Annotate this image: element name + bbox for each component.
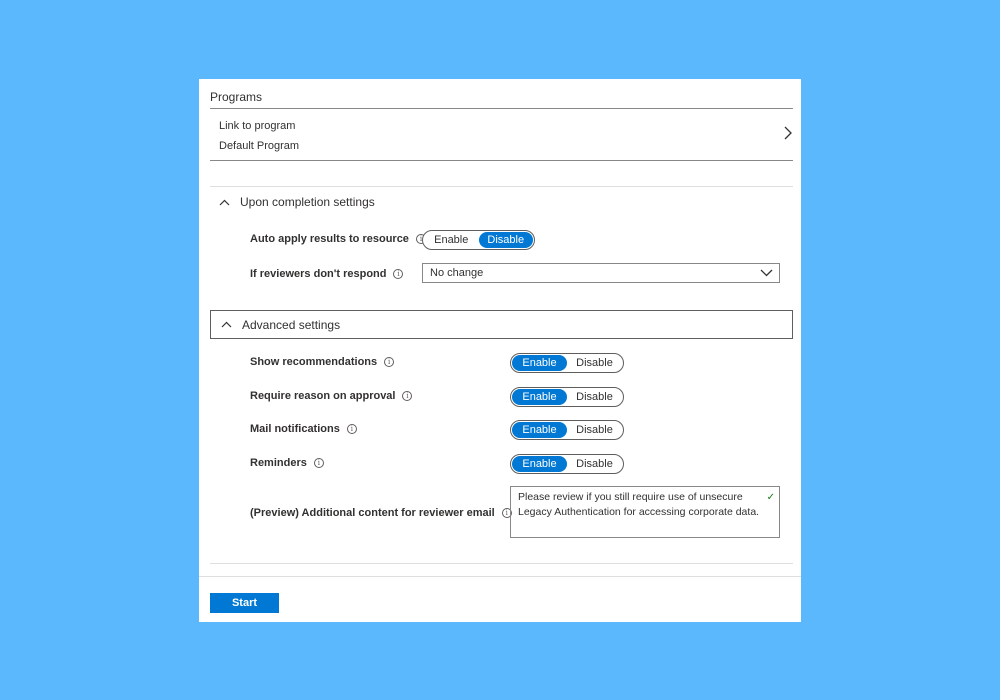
chevron-down-icon [760,269,773,277]
completion-settings-header: Upon completion settings [240,195,375,209]
require-reason-label: Require reason on approval [250,390,396,402]
reminders-label-group: Reminders i [250,455,324,471]
link-divider [210,160,793,161]
reminders-toggle[interactable]: Enable Disable [510,454,624,474]
chevron-up-icon [219,199,230,205]
info-icon[interactable]: i [313,458,324,468]
chevron-up-icon [221,321,232,328]
additional-content-value: Please review if you still require use o… [518,491,760,518]
footer-divider [199,576,801,577]
mail-notifications-label: Mail notifications [250,423,340,435]
reminders-label: Reminders [250,457,307,469]
toggle-enable-option[interactable]: Enable [512,355,567,371]
completion-settings-toggle[interactable]: Upon completion settings [219,194,375,210]
info-icon[interactable]: i [346,424,357,434]
require-reason-label-group: Require reason on approval i [250,388,413,404]
link-to-program-row[interactable] [210,109,793,160]
mail-notifications-toggle[interactable]: Enable Disable [510,420,624,440]
additional-content-label: (Preview) Additional content for reviewe… [250,507,495,519]
section-divider [210,186,793,187]
show-recommendations-label: Show recommendations [250,356,378,368]
info-icon[interactable]: i [393,269,404,279]
auto-apply-toggle[interactable]: Enable Disable [422,230,535,250]
toggle-disable-option[interactable]: Disable [567,456,622,472]
additional-content-label-group: (Preview) Additional content for reviewe… [250,505,512,521]
start-button[interactable]: Start [210,593,279,613]
advanced-settings-toggle[interactable]: Advanced settings [210,310,793,339]
show-recommendations-label-group: Show recommendations i [250,354,395,370]
toggle-disable-option[interactable]: Disable [567,422,622,438]
info-icon[interactable]: i [402,391,413,401]
toggle-disable-option[interactable]: Disable [567,389,622,405]
toggle-enable-option[interactable]: Enable [512,422,567,438]
no-response-value: No change [430,267,484,279]
section-divider [210,563,793,564]
link-to-program-value: Default Program [219,140,300,152]
no-response-label-group: If reviewers don't respond i [250,266,404,282]
review-settings-panel: Programs Link to program Default Program… [199,79,801,622]
mail-notifications-label-group: Mail notifications i [250,421,357,437]
auto-apply-disable-option[interactable]: Disable [478,232,533,248]
link-to-program-label: Link to program [219,120,296,132]
advanced-settings-header: Advanced settings [242,317,341,332]
auto-apply-label-group: Auto apply results to resource i [250,231,426,247]
auto-apply-label: Auto apply results to resource [250,233,409,245]
checkmark-icon: ✓ [766,492,775,503]
chevron-right-icon[interactable] [782,126,794,140]
toggle-enable-option[interactable]: Enable [512,456,567,472]
additional-content-textarea[interactable]: Please review if you still require use o… [510,486,780,538]
toggle-enable-option[interactable]: Enable [512,389,567,405]
programs-title: Programs [210,90,263,104]
require-reason-toggle[interactable]: Enable Disable [510,387,624,407]
toggle-disable-option[interactable]: Disable [567,355,622,371]
show-recommendations-toggle[interactable]: Enable Disable [510,353,624,373]
auto-apply-enable-option[interactable]: Enable [424,232,479,248]
info-icon[interactable]: i [384,357,395,367]
no-response-dropdown[interactable]: No change [422,263,780,283]
no-response-label: If reviewers don't respond [250,268,387,280]
